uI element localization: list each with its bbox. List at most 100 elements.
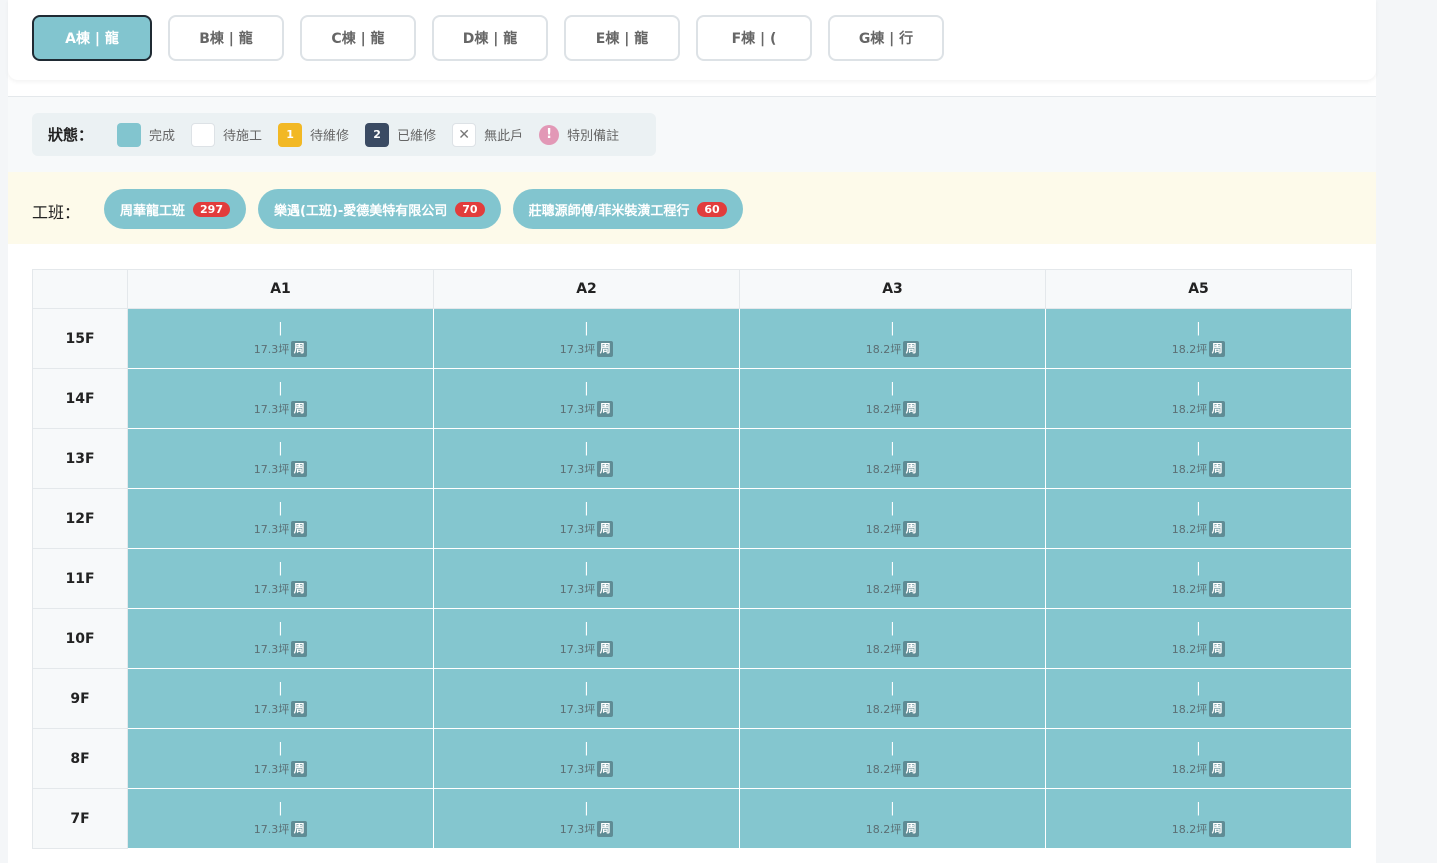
column-header: A3 — [739, 269, 1046, 309]
unit-area: 17.3坪 — [559, 642, 596, 656]
floor-label: 11F — [32, 548, 128, 609]
unit-cell[interactable]: | 17.3坪周 — [127, 428, 434, 489]
column-header: A2 — [433, 269, 740, 309]
crew-tag: 周 — [1209, 460, 1226, 477]
crew-tag: 周 — [597, 520, 614, 537]
unit-cell[interactable]: | 18.2坪周 — [739, 728, 1046, 789]
unit-cell[interactable]: | 17.3坪周 — [433, 488, 740, 549]
unit-owner: | — [890, 320, 895, 336]
unit-area: 18.2坪 — [865, 642, 902, 656]
tab-building-f[interactable]: F棟 | ( — [696, 15, 812, 61]
unit-cell[interactable]: | 17.3坪周 — [433, 368, 740, 429]
crew-tag: 周 — [597, 820, 614, 837]
unit-cell[interactable]: | 18.2坪周 — [739, 788, 1046, 849]
unit-area: 17.3坪 — [253, 402, 290, 416]
unit-area: 18.2坪 — [1171, 702, 1208, 716]
unit-cell[interactable]: | 17.3坪周 — [433, 428, 740, 489]
unit-cell[interactable]: | 18.2坪周 — [739, 308, 1046, 369]
unit-table-body: 15F | 17.3坪周 | 17.3坪周 | 18.2坪周 | 18.2坪周 14F | 17.3坪… — [32, 308, 1352, 849]
table-row: 11F | 17.3坪周 | 17.3坪周 | 18.2坪周 | 18.2坪周 — [32, 548, 1352, 609]
unit-area: 17.3坪 — [253, 702, 290, 716]
unit-info: 18.2坪周 — [866, 760, 920, 777]
crew-count-badge: 60 — [697, 201, 727, 217]
unit-cell[interactable]: | 18.2坪周 — [1045, 608, 1352, 669]
unit-cell[interactable]: | 18.2坪周 — [1045, 368, 1352, 429]
unit-area: 17.3坪 — [253, 642, 290, 656]
unit-info: 17.3坪周 — [560, 340, 614, 357]
unit-area: 17.3坪 — [253, 582, 290, 596]
unit-cell[interactable]: | 18.2坪周 — [739, 608, 1046, 669]
unit-cell[interactable]: | 17.3坪周 — [433, 788, 740, 849]
unit-area: 17.3坪 — [559, 762, 596, 776]
crew-tag: 周 — [903, 640, 920, 657]
unit-cell[interactable]: | 18.2坪周 — [1045, 728, 1352, 789]
unit-owner: | — [1196, 800, 1201, 816]
tab-building-b[interactable]: B棟 | 龍 — [168, 15, 284, 61]
unit-cell[interactable]: | 18.2坪周 — [1045, 428, 1352, 489]
unit-cell[interactable]: | 18.2坪周 — [739, 428, 1046, 489]
unit-cell[interactable]: | 17.3坪周 — [127, 548, 434, 609]
unit-cell[interactable]: | 18.2坪周 — [739, 548, 1046, 609]
tab-building-c[interactable]: C棟 | 龍 — [300, 15, 416, 61]
crew-tag: 周 — [1209, 520, 1226, 537]
unit-area: 17.3坪 — [559, 462, 596, 476]
crew-tag: 周 — [903, 520, 920, 537]
legend-item-special-note: ! 特別備註 — [539, 124, 619, 145]
unit-cell[interactable]: | 17.3坪周 — [433, 668, 740, 729]
unit-info: 18.2坪周 — [1171, 580, 1226, 597]
legend-label: 已維修 — [397, 129, 437, 144]
tab-building-d[interactable]: D棟 | 龍 — [432, 15, 548, 61]
unit-info: 18.2坪周 — [1171, 640, 1226, 657]
crew-chip[interactable]: 周華龍工班 297 — [104, 189, 246, 229]
unit-cell[interactable]: | 18.2坪周 — [1045, 668, 1352, 729]
page: A棟 | 龍 B棟 | 龍 C棟 | 龍 D棟 | 龍 E棟 | 龍 F棟 | … — [8, 0, 1376, 863]
crew-tag: 周 — [1209, 760, 1226, 777]
unit-info: 18.2坪周 — [866, 520, 920, 537]
unit-owner: | — [890, 620, 895, 636]
unit-owner: | — [278, 320, 283, 336]
table-row: 8F | 17.3坪周 | 17.3坪周 | 18.2坪周 | 18.2坪周 — [32, 728, 1352, 789]
unit-area: 18.2坪 — [1171, 642, 1208, 656]
unit-cell[interactable]: | 18.2坪周 — [739, 668, 1046, 729]
status-legend: 狀態： 完成 待施工 1 待維修 2 已維修 ✕ 無此戶 ! 特別備註 — [32, 113, 656, 156]
crew-tag: 周 — [903, 700, 920, 717]
tab-building-e[interactable]: E棟 | 龍 — [564, 15, 680, 61]
unit-cell[interactable]: | 18.2坪周 — [1045, 488, 1352, 549]
unit-owner: | — [584, 320, 589, 336]
unit-owner: | — [890, 680, 895, 696]
unit-cell[interactable]: | 18.2坪周 — [1045, 788, 1352, 849]
unit-owner: | — [1196, 500, 1201, 516]
unit-info: 18.2坪周 — [865, 640, 920, 657]
unit-area: 17.3坪 — [559, 822, 596, 836]
unit-cell[interactable]: | 17.3坪周 — [433, 608, 740, 669]
unit-cell[interactable]: | 17.3坪周 — [127, 608, 434, 669]
unit-cell[interactable]: | 17.3坪周 — [433, 308, 740, 369]
tab-building-a[interactable]: A棟 | 龍 — [32, 15, 152, 61]
tab-building-g[interactable]: G棟 | 行 — [828, 15, 944, 61]
unit-cell[interactable]: | 18.2坪周 — [1045, 308, 1352, 369]
table-row: 12F | 17.3坪周 | 17.3坪周 | 18.2坪周 | 18.2坪周 — [32, 488, 1352, 549]
unit-cell[interactable]: | 17.3坪周 — [127, 308, 434, 369]
unit-area: 18.2坪 — [1171, 822, 1208, 836]
unit-cell[interactable]: | 18.2坪周 — [1045, 548, 1352, 609]
unit-info: 18.2坪周 — [1172, 460, 1226, 477]
unit-cell[interactable]: | 17.3坪周 — [127, 368, 434, 429]
unit-area: 18.2坪 — [1171, 582, 1208, 596]
unit-area: 17.3坪 — [253, 762, 290, 776]
unit-cell[interactable]: | 17.3坪周 — [433, 728, 740, 789]
crew-name: 樂遇(工班)-愛德美特有限公司 — [273, 203, 448, 219]
unit-cell[interactable]: | 17.3坪周 — [127, 788, 434, 849]
table-row: 9F | 17.3坪周 | 17.3坪周 | 18.2坪周 | 18.2坪周 — [32, 668, 1352, 729]
unit-cell[interactable]: | 18.2坪周 — [739, 368, 1046, 429]
crew-tag: 周 — [291, 640, 308, 657]
unit-cell[interactable]: | 17.3坪周 — [127, 488, 434, 549]
crew-chip[interactable]: 莊聰源師傅/菲米裝潢工程行 60 — [512, 189, 743, 229]
unit-cell[interactable]: | 18.2坪周 — [739, 488, 1046, 549]
unit-cell[interactable]: | 17.3坪周 — [127, 668, 434, 729]
crew-tag: 周 — [1209, 640, 1226, 657]
crew-chip[interactable]: 樂遇(工班)-愛德美特有限公司 70 — [257, 189, 501, 229]
unit-owner: | — [890, 560, 895, 576]
unit-cell[interactable]: | 17.3坪周 — [433, 548, 740, 609]
legend-label: 完成 — [149, 129, 176, 144]
unit-cell[interactable]: | 17.3坪周 — [127, 728, 434, 789]
